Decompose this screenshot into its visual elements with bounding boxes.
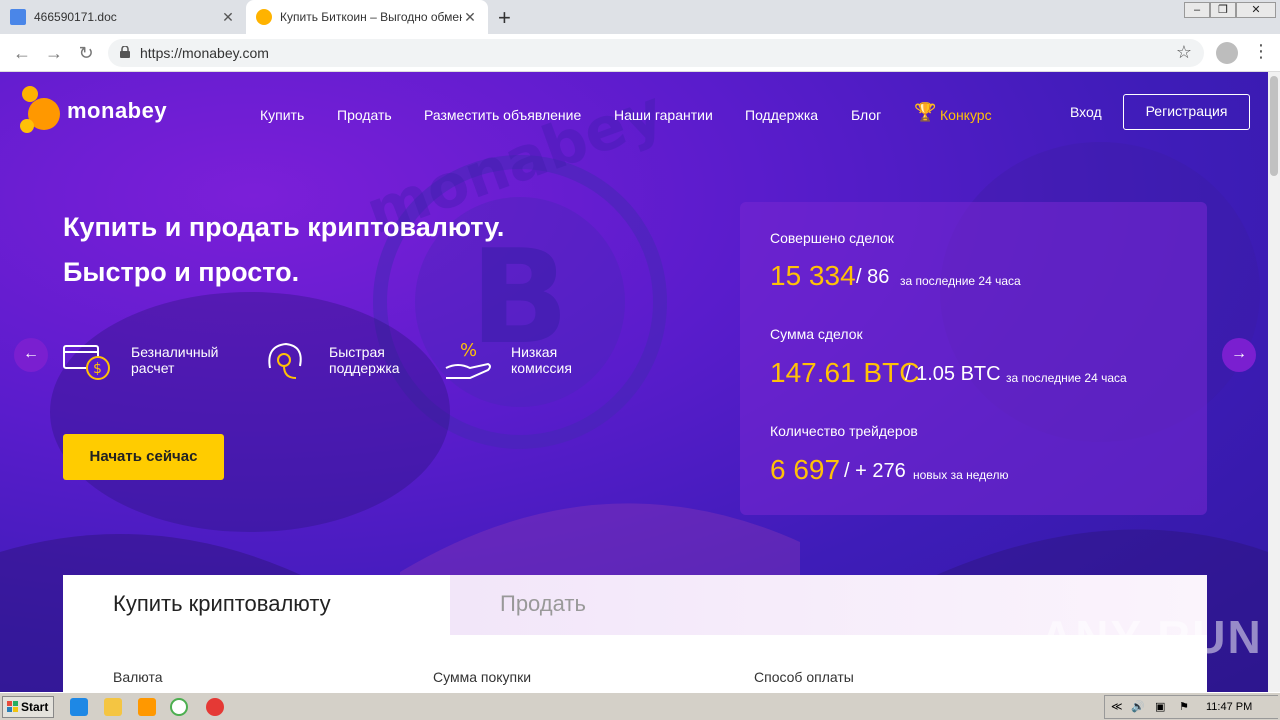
traders-period: новых за неделю <box>913 468 1009 482</box>
volume-icon[interactable]: 🔊 <box>1131 700 1145 713</box>
profile-avatar[interactable] <box>1216 42 1238 64</box>
new-tab-icon[interactable]: + <box>498 5 511 31</box>
start-now-button[interactable]: Начать сейчас <box>63 434 224 480</box>
anyrun-watermark: ANY RUN <box>1040 611 1263 663</box>
trade-panel: Купить криптовалюту Продать Валюта Сумма… <box>63 575 1207 692</box>
flag-icon[interactable]: ⚑ <box>1179 700 1189 713</box>
browser-toolbar: ← → ↻ https://monabey.com ☆ ⋮ <box>0 34 1280 72</box>
url-text: https://monabey.com <box>140 45 269 61</box>
tab-title: 466590171.doc <box>34 10 117 24</box>
scroll-thumb[interactable] <box>1270 76 1278 176</box>
web-page: B monabey monabey Купить Продать Размест… <box>0 72 1268 692</box>
logo-text: monabey <box>67 98 168 123</box>
login-link[interactable]: Вход <box>1070 104 1102 120</box>
cashless-card-icon: $ <box>63 345 110 380</box>
chrome-icon[interactable] <box>170 698 188 716</box>
headline-line-1: Купить и продать криптовалюту. <box>63 212 505 242</box>
page-scrollbar[interactable] <box>1268 72 1280 692</box>
restore-icon[interactable]: ❐ <box>1210 2 1236 18</box>
hero-headline: Купить и продать криптовалюту. Быстро и … <box>63 205 504 295</box>
internet-explorer-icon[interactable] <box>70 698 88 716</box>
traders-total: 6 697 <box>770 454 841 485</box>
minimize-icon[interactable]: – <box>1184 2 1210 18</box>
traders-title: Количество трейдеров <box>770 423 918 439</box>
sum-day: / 1.05 BTC <box>905 363 1001 385</box>
folder-icon[interactable] <box>104 698 122 716</box>
nav-sell[interactable]: Продать <box>337 107 392 123</box>
windows-flag-icon <box>7 701 18 712</box>
feature-commission: Низкая комиссия <box>511 344 572 376</box>
sum-total: 147.61 BTC <box>770 357 920 388</box>
close-icon[interactable]: ✕ <box>462 9 478 26</box>
start-label: Start <box>21 700 49 714</box>
svg-text:$: $ <box>93 361 102 377</box>
feature-line: комиссия <box>511 360 572 376</box>
deals-period: за последние 24 часа <box>900 274 1021 288</box>
payment-method-label: Способ оплаты <box>754 669 854 685</box>
back-icon[interactable]: ← <box>10 41 34 65</box>
prev-slide-button[interactable]: ← <box>14 338 48 372</box>
clock: 11:47 PM <box>1206 701 1253 713</box>
nav-buy[interactable]: Купить <box>260 107 304 123</box>
reload-icon[interactable]: ↻ <box>74 41 98 65</box>
address-bar[interactable]: https://monabey.com ☆ <box>108 39 1204 67</box>
lock-icon <box>120 46 130 58</box>
security-shield-icon[interactable] <box>206 698 224 716</box>
sum-title: Сумма сделок <box>770 326 863 342</box>
nav-blog[interactable]: Блог <box>851 107 881 123</box>
tray-expand-icon[interactable]: ≪ <box>1111 700 1123 713</box>
stats-panel: Совершено сделок 15 334 / 86 за последни… <box>740 202 1207 515</box>
start-button[interactable]: Start <box>2 696 54 718</box>
network-icon[interactable]: ▣ <box>1155 700 1165 713</box>
trophy-icon: 🏆 <box>914 102 937 122</box>
sum-period: за последние 24 часа <box>1006 371 1127 385</box>
deals-title: Совершено сделок <box>770 230 894 246</box>
deals-day: / 86 <box>856 266 890 288</box>
menu-dots-icon[interactable]: ⋮ <box>1252 41 1270 62</box>
bookmark-star-icon[interactable]: ☆ <box>1176 42 1192 63</box>
tab-title: Купить Биткоин – Выгодно обмена <box>280 10 462 24</box>
monabey-favicon-icon <box>256 9 272 25</box>
traders-week: / + 276 <box>844 460 906 482</box>
feature-line: расчет <box>131 360 175 376</box>
headline-line-2: Быстро и просто. <box>63 257 300 287</box>
browser-tab-bar: 466590171.doc ✕ Купить Биткоин – Выгодно… <box>0 0 1280 34</box>
media-player-icon[interactable] <box>138 698 156 716</box>
nav-post-ad[interactable]: Разместить объявление <box>424 107 581 123</box>
currency-label: Валюта <box>113 669 163 685</box>
nav-guarantees[interactable]: Наши гарантии <box>614 107 713 123</box>
support-headset-icon <box>268 342 302 379</box>
deals-total: 15 334 <box>770 260 856 291</box>
tab-monabey[interactable]: Купить Биткоин – Выгодно обмена ✕ <box>246 0 488 34</box>
tab-buy-crypto[interactable]: Купить криптовалюту <box>63 575 450 635</box>
window-close-icon[interactable]: ✕ <box>1236 2 1276 18</box>
nav-contest[interactable]: Конкурс <box>940 107 992 123</box>
feature-support: Быстрая поддержка <box>329 344 400 376</box>
low-commission-icon: % <box>445 340 491 379</box>
amount-label: Сумма покупки <box>433 669 532 685</box>
doc-icon <box>10 9 26 25</box>
close-icon[interactable]: ✕ <box>220 9 236 26</box>
windows-taskbar: Start ≪ 🔊 ▣ ⚑ 11:47 PM <box>0 692 1280 720</box>
next-slide-button[interactable]: → <box>1222 338 1256 372</box>
feature-line: поддержка <box>329 360 400 376</box>
forward-icon[interactable]: → <box>42 41 66 65</box>
feature-line: Безналичный <box>131 344 219 360</box>
tab-doc[interactable]: 466590171.doc ✕ <box>0 0 246 34</box>
nav-support[interactable]: Поддержка <box>745 107 818 123</box>
svg-text:%: % <box>460 340 477 361</box>
feature-line: Низкая <box>511 344 558 360</box>
feature-line: Быстрая <box>329 344 385 360</box>
feature-cashless: Безналичный расчет <box>131 344 219 376</box>
register-button[interactable]: Регистрация <box>1123 94 1250 130</box>
